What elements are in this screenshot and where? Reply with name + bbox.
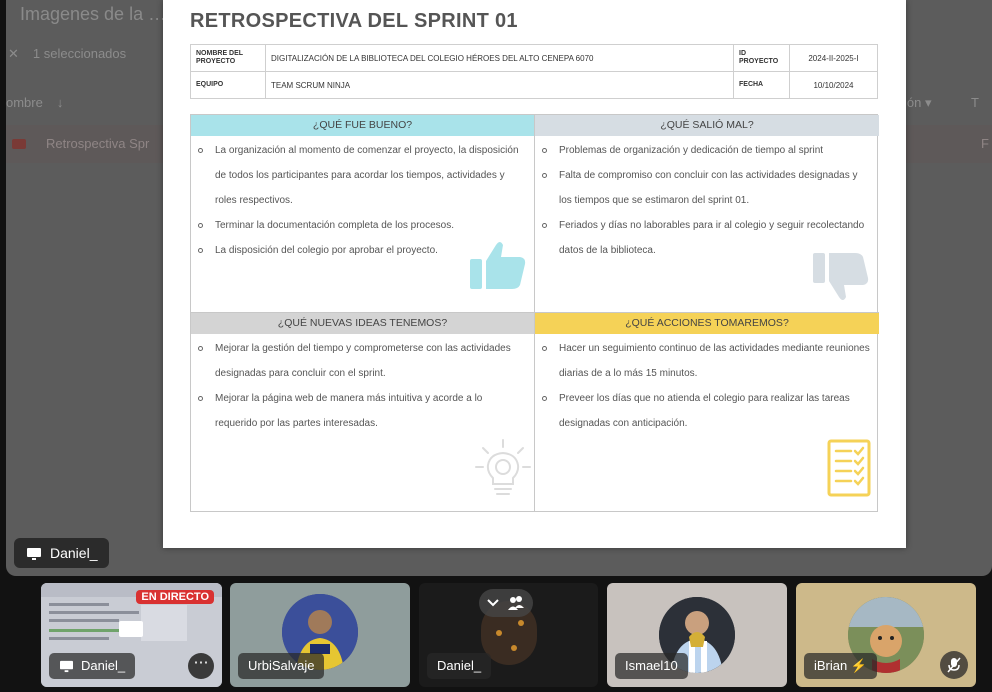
quadrant-ideas: ¿QUÉ NUEVAS IDEAS TENEMOS? Mejorar la ge…: [191, 313, 535, 511]
quadrant-header: ¿QUÉ FUE BUENO?: [191, 115, 534, 136]
thumbs-down-icon: [811, 251, 871, 308]
background-window-title: Imagenes de la …: [20, 4, 167, 24]
project-id-label: ID PROYECTO: [733, 44, 790, 72]
participant-name-tag: iBrian ⚡: [804, 653, 878, 679]
list-item: Hacer un seguimiento continuo de las act…: [542, 336, 871, 386]
presenter-name: Daniel_: [50, 545, 98, 561]
shared-screen: Imagenes de la … ✕ 1 seleccionados ombre ↓…: [6, 0, 992, 576]
pdf-file-icon: [12, 139, 26, 149]
chevron-down-icon: [487, 599, 499, 607]
presenter-name-tag: Daniel_: [14, 538, 110, 568]
project-name-label: NOMBRE DEL PROYECTO: [190, 44, 266, 72]
participant-name-tag: Daniel_: [49, 653, 136, 679]
reactions-toggle[interactable]: [479, 589, 533, 617]
checklist-icon: [827, 439, 871, 502]
people-icon: [508, 596, 524, 610]
screen-share-icon: [27, 548, 41, 561]
selection-bar: ✕ 1 seleccionados: [8, 46, 126, 62]
file-row-right: F: [981, 136, 989, 151]
retrospective-document: RETROSPECTIVA DEL SPRINT 01 NOMBRE DEL P…: [163, 0, 906, 548]
participant-name-tag: Ismael10: [615, 653, 688, 679]
project-id-value: 2024-II-2025-I: [789, 44, 878, 72]
column-header-right: ión ▾: [904, 95, 932, 110]
participant-tile[interactable]: UrbiSalvaje: [230, 583, 410, 687]
quadrant-good: ¿QUÉ FUE BUENO? La organización al momen…: [191, 115, 535, 313]
close-icon: ✕: [8, 46, 19, 61]
column-header-name: ombre ↓: [6, 95, 63, 110]
participant-name-tag: Daniel_: [427, 653, 492, 679]
list-item: Terminar la documentación completa de lo…: [198, 213, 526, 238]
participant-name: Daniel_: [437, 658, 482, 673]
participant-tile[interactable]: Ismael10: [607, 583, 787, 687]
participant-name: Ismael10: [625, 658, 678, 673]
team-label: EQUIPO: [190, 71, 266, 99]
participant-name: Daniel_: [81, 658, 126, 673]
quadrant-actions: ¿QUÉ ACCIONES TOMAREMOS? Hacer un seguim…: [535, 313, 879, 511]
participant-tile[interactable]: iBrian ⚡: [796, 583, 976, 687]
live-badge: EN DIRECTO: [136, 590, 214, 604]
more-options-button[interactable]: ⋯: [188, 653, 214, 679]
retrospective-grid: ¿QUÉ FUE BUENO? La organización al momen…: [190, 114, 879, 512]
column-label: ombre: [6, 95, 43, 110]
team-value: TEAM SCRUM NINJA: [265, 71, 734, 99]
lightbulb-icon: [474, 438, 532, 503]
sort-arrow-icon: ↓: [56, 95, 64, 110]
document-title: RETROSPECTIVA DEL SPRINT 01: [190, 10, 518, 32]
file-row-label: Retrospectiva Spr: [46, 136, 150, 151]
participant-name-tag: UrbiSalvaje: [238, 653, 325, 679]
date-label: FECHA: [733, 71, 790, 99]
screen-share-icon: [60, 660, 73, 673]
project-name-value: DIGITALIZACIÓN DE LA BIBLIOTECA DEL COLE…: [265, 44, 734, 72]
quadrant-header: ¿QUÉ ACCIONES TOMAREMOS?: [535, 313, 879, 334]
project-info-table: NOMBRE DEL PROYECTO DIGITALIZACIÓN DE LA…: [190, 44, 878, 99]
list-item: Problemas de organización y dedicación d…: [542, 138, 871, 163]
quadrant-header: ¿QUÉ SALIÓ MAL?: [535, 115, 879, 136]
participant-tile[interactable]: Daniel_: [419, 583, 598, 687]
quadrant-header: ¿QUÉ NUEVAS IDEAS TENEMOS?: [191, 313, 534, 334]
selection-count: 1 seleccionados: [32, 46, 127, 61]
thumbs-up-icon: [468, 239, 528, 296]
column-header-right-2: T: [971, 95, 979, 110]
list-item: La organización al momento de comenzar e…: [198, 138, 526, 213]
participant-name: UrbiSalvaje: [248, 658, 315, 673]
list-item: Mejorar la página web de manera más intu…: [198, 386, 526, 436]
list-item: Falta de compromiso con concluir con las…: [542, 163, 871, 213]
participant-tile[interactable]: EN DIRECTO Daniel_ ⋯: [41, 583, 222, 687]
lightning-icon: ⚡: [850, 658, 868, 673]
mic-muted-icon: [940, 651, 968, 679]
list-item: Preveer los días que no atienda el coleg…: [542, 386, 871, 436]
quadrant-bad: ¿QUÉ SALIÓ MAL? Problemas de organizació…: [535, 115, 879, 313]
participant-name: iBrian: [814, 658, 848, 673]
list-item: Mejorar la gestión del tiempo y comprome…: [198, 336, 526, 386]
date-value: 10/10/2024: [789, 71, 878, 99]
